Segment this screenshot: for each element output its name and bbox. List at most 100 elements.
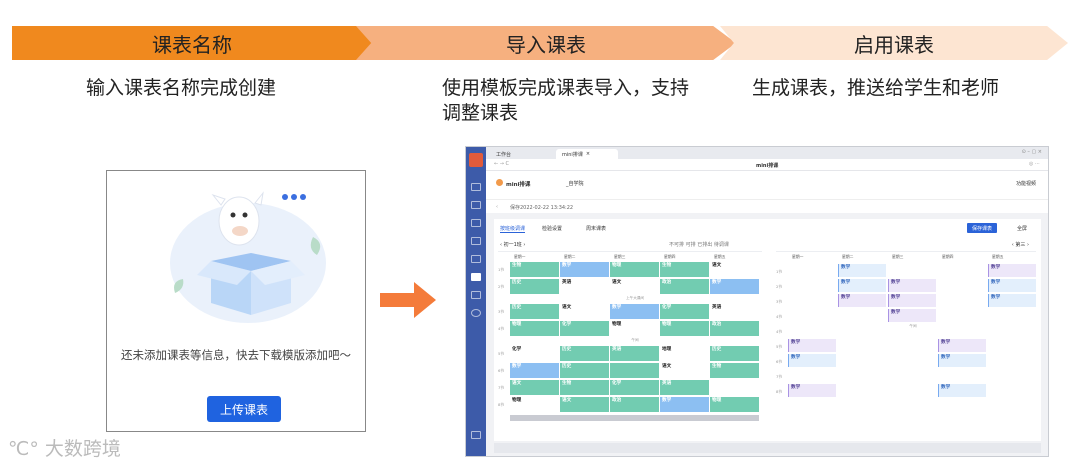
schedule-cell[interactable]: 英语 — [660, 380, 709, 395]
empty-state-message: 还未添加课表等信息，快去下载模版添加吧～ — [121, 348, 351, 362]
schedule-cell[interactable]: 政治 — [660, 279, 709, 294]
back-icon[interactable]: ‹ — [496, 204, 498, 210]
phone-icon[interactable] — [471, 431, 481, 439]
sidebar-rail — [466, 147, 486, 456]
schedule-cell[interactable]: 语文 — [610, 279, 659, 294]
toolbar-tab-adjust[interactable]: 按班级调课 — [500, 225, 526, 233]
day-header: 星期五 — [714, 254, 726, 259]
schedule-cell[interactable]: 物理 — [710, 397, 759, 412]
schedule-cell[interactable]: 英语 — [560, 279, 609, 294]
schedule-cell[interactable]: 生物 — [560, 380, 609, 395]
week-selector[interactable]: ‹ 第三 › — [1012, 241, 1029, 248]
schedule-cell[interactable]: 数学 — [938, 354, 986, 367]
subject-label: 生物 — [512, 263, 522, 268]
apps-icon[interactable] — [471, 273, 481, 281]
schedule-cell[interactable]: 数学 — [660, 397, 709, 412]
schedule-cell[interactable]: 语文 — [560, 304, 609, 319]
schedule-cell[interactable]: 数学 — [838, 294, 886, 307]
subject-label: 数学 — [791, 385, 801, 390]
schedule-cell[interactable]: 数学 — [788, 354, 836, 367]
schedule-cell[interactable]: 数学 — [938, 339, 986, 352]
upload-schedule-button[interactable]: 上传课表 — [207, 396, 281, 422]
close-icon[interactable]: × — [586, 151, 590, 157]
save-status-bar: ‹ 保存2022-02-22 13:34:22 — [486, 199, 1048, 213]
schedule-cell[interactable]: 历史 — [510, 304, 559, 319]
contacts-icon[interactable] — [471, 291, 481, 299]
mail-icon[interactable] — [471, 201, 481, 209]
schedule-cell[interactable]: 化学 — [560, 321, 609, 336]
feature-video-link[interactable]: 功能视频 — [1016, 180, 1036, 187]
schedule-cell[interactable]: 数学 — [888, 309, 936, 322]
tab-workbench[interactable]: 工作台 — [490, 149, 517, 159]
class-selector[interactable]: ‹ 初一1班 › — [500, 241, 525, 248]
schedule-cell[interactable]: 语文 — [710, 262, 759, 277]
save-schedule-button[interactable]: 保存课表 — [967, 223, 997, 233]
schedule-cell[interactable]: 数学 — [988, 294, 1036, 307]
schedule-cell[interactable] — [610, 363, 659, 378]
schedule-cell[interactable]: 物理 — [660, 321, 709, 336]
schedule-cell[interactable]: 化学 — [510, 346, 559, 361]
schedule-cell[interactable]: 语文 — [660, 363, 709, 378]
schedule-cell[interactable]: 物理 — [510, 397, 559, 412]
schedule-cell[interactable]: 历史 — [510, 279, 559, 294]
subject-label: 政治 — [662, 280, 672, 285]
subject-label: 数学 — [891, 310, 901, 315]
schedule-cell[interactable]: 生物 — [510, 262, 559, 277]
schedule-cell[interactable]: 数学 — [888, 279, 936, 292]
back-forward-icon[interactable]: ← → C — [494, 161, 509, 167]
schedule-cell[interactable]: 政治 — [610, 397, 659, 412]
schedule-cell[interactable]: 数学 — [788, 384, 836, 397]
schedule-cell[interactable]: 语文 — [560, 397, 609, 412]
settings-icon[interactable] — [471, 309, 481, 317]
schedule-cell[interactable]: 地理 — [660, 346, 709, 361]
window-controls[interactable]: ⊙ – ▢ × — [1022, 149, 1042, 155]
app-icon — [496, 179, 503, 186]
fullscreen-button[interactable]: 全屏 — [1017, 225, 1027, 232]
more-icon[interactable]: ◎ ⋯ — [1029, 161, 1040, 167]
schedule-cell[interactable]: 历史 — [560, 363, 609, 378]
toolbar-tab-weekend[interactable]: 周末课表 — [586, 225, 606, 232]
schedule-cell[interactable]: 化学 — [610, 380, 659, 395]
subject-label: 数学 — [891, 280, 901, 285]
subject-label: 历史 — [512, 280, 522, 285]
subject-label: 历史 — [512, 305, 522, 310]
schedule-cell[interactable]: 历史 — [560, 346, 609, 361]
schedule-cell[interactable]: 数学 — [560, 262, 609, 277]
message-icon[interactable] — [471, 183, 481, 191]
schedule-cell[interactable]: 物理 — [610, 321, 659, 336]
subject-label: 数学 — [941, 340, 951, 345]
schedule-cell[interactable]: 数学 — [988, 264, 1036, 277]
schedule-cell[interactable]: 数学 — [788, 339, 836, 352]
schedule-cell[interactable]: 数学 — [988, 279, 1036, 292]
tab-mini-schedule[interactable]: mini排课 × — [556, 149, 618, 159]
subject-label: 物理 — [712, 398, 722, 403]
schedule-cell[interactable]: 生物 — [710, 363, 759, 378]
schedule-cell[interactable]: 英语 — [610, 346, 659, 361]
schedule-cell[interactable]: 数学 — [838, 264, 886, 277]
schedule-cell[interactable]: 化学 — [660, 304, 709, 319]
schedule-cell[interactable]: 物理 — [510, 321, 559, 336]
schedule-cell[interactable] — [710, 380, 759, 395]
doc-icon[interactable] — [471, 219, 481, 227]
subject-label: 生物 — [662, 263, 672, 268]
schedule-cell[interactable]: 政治 — [710, 321, 759, 336]
schedule-cell[interactable]: 物理 — [610, 262, 659, 277]
schedule-cell[interactable]: 历史 — [710, 346, 759, 361]
schedule-cell[interactable]: 数学 — [510, 363, 559, 378]
calendar-icon[interactable] — [471, 237, 481, 245]
schedule-cell[interactable]: 语文 — [510, 380, 559, 395]
subject-label: 数学 — [712, 280, 722, 285]
schedule-cell[interactable]: 数学 — [888, 294, 936, 307]
chart-icon[interactable] — [471, 255, 481, 263]
schedule-cell[interactable]: 数学 — [710, 279, 759, 294]
scrollbar[interactable] — [494, 443, 1041, 453]
schedule-cell[interactable]: 数学 — [938, 384, 986, 397]
period-label: 3节 — [498, 309, 505, 314]
schedule-cell[interactable]: 数学 — [610, 304, 659, 319]
period-label: 7节 — [776, 374, 783, 379]
schedule-cell[interactable]: 数学 — [838, 279, 886, 292]
toolbar-tab-check[interactable]: 检验设置 — [542, 225, 562, 232]
schedule-cell[interactable]: 英语 — [710, 304, 759, 319]
schedule-cell[interactable]: 生物 — [660, 262, 709, 277]
subject-label: 语文 — [712, 263, 722, 268]
